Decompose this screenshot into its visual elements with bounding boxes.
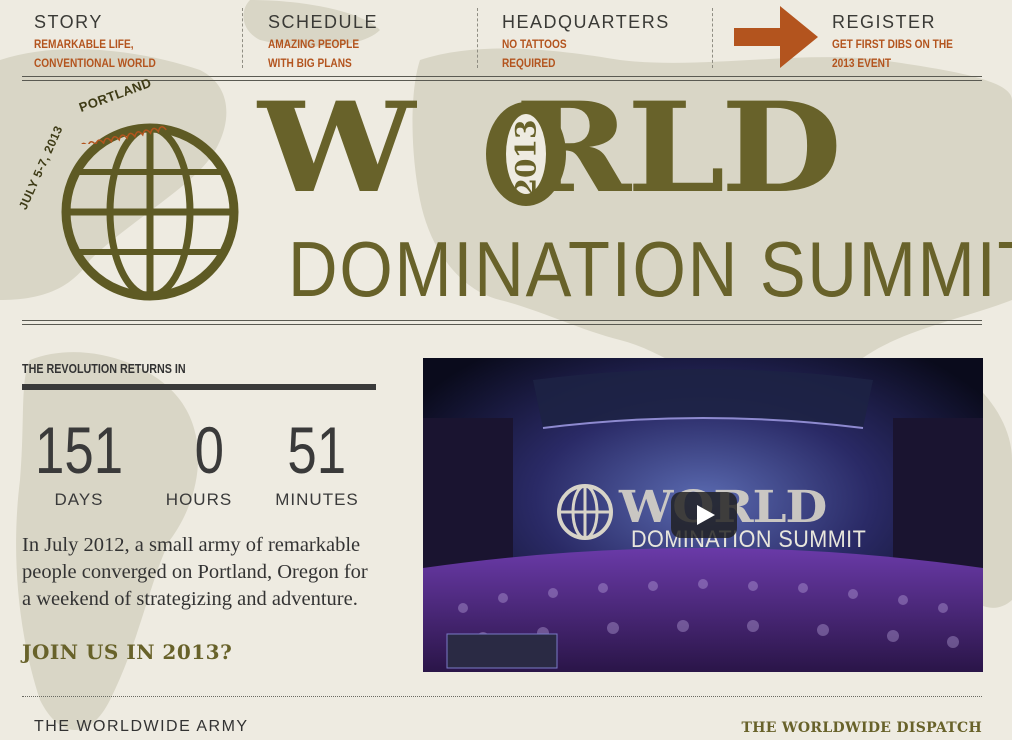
nav-register-title[interactable]: REGISTER <box>832 12 969 33</box>
nav-story-subtitle-2: CONVENTIONAL WORLD <box>34 58 156 70</box>
play-button[interactable] <box>671 492 737 538</box>
summit-video[interactable]: WORLD DOMINATION SUMMIT <box>423 358 983 672</box>
countdown-minutes-label: MINUTES <box>275 490 359 509</box>
nav-story-title[interactable]: STORY <box>34 12 172 33</box>
footer-worldwide-dispatch[interactable]: THE WORLDWIDE DISPATCH <box>742 720 982 736</box>
countdown-days-label: DAYS <box>54 490 104 509</box>
countdown-days-value: 151 <box>35 413 124 487</box>
nav-register-subtitle-2: 2013 EVENT <box>832 58 892 70</box>
nav-schedule-subtitle-1: AMAZING PEOPLE <box>268 39 360 51</box>
footer-rule <box>22 696 982 697</box>
nav-register-subtitle-1: GET FIRST DIBS ON THE <box>832 39 953 51</box>
nav-item-headquarters[interactable]: HEADQUARTERS NO TATTOOS REQUIRED <box>502 12 670 74</box>
nav-divider <box>712 8 713 68</box>
video-subtitle: DOMINATION SUMMIT <box>631 526 867 553</box>
countdown-label: THE REVOLUTION RETURNS IN <box>22 362 186 376</box>
countdown-hours-value: 0 <box>194 413 224 487</box>
arrow-right-icon[interactable] <box>734 4 820 70</box>
countdown-bar <box>22 384 376 390</box>
nav-item-story[interactable]: STORY REMARKABLE LIFE, CONVENTIONAL WORL… <box>34 12 172 74</box>
globe-icon <box>61 123 239 301</box>
nav-headquarters-subtitle-1: NO TATTOOS <box>502 39 567 51</box>
logo-rule <box>22 320 982 325</box>
footer-worldwide-army[interactable]: THE WORLDWIDE ARMY <box>34 718 249 736</box>
top-navigation: STORY REMARKABLE LIFE, CONVENTIONAL WORL… <box>22 0 982 78</box>
location-squiggle <box>63 126 167 144</box>
countdown-hours-label: HOURS <box>165 490 233 509</box>
countdown-minutes: 51 MINUTES <box>262 412 372 510</box>
nav-story-subtitle-1: REMARKABLE LIFE, <box>34 39 134 51</box>
nav-divider <box>242 8 243 68</box>
logo-world-w: W <box>258 76 415 221</box>
countdown-minutes-value: 51 <box>287 413 347 487</box>
logo-domination-summit: DOMINATION SUMMIT <box>288 225 1012 313</box>
summit-logo[interactable]: PORTLAND JULY 5-7, 2013 W RLD 2013 DOMIN… <box>16 75 1012 320</box>
logo-year: 2013 <box>509 119 543 198</box>
nav-item-register[interactable]: REGISTER GET FIRST DIBS ON THE 2013 EVEN… <box>832 12 969 74</box>
nav-schedule-title[interactable]: SCHEDULE <box>268 12 378 33</box>
nav-divider <box>477 8 478 68</box>
nav-item-schedule[interactable]: SCHEDULE AMAZING PEOPLE WITH BIG PLANS <box>268 12 378 74</box>
countdown-hours: 0 HOURS <box>144 412 254 510</box>
nav-headquarters-subtitle-2: REQUIRED <box>502 58 556 70</box>
countdown-days: 151 DAYS <box>24 412 134 510</box>
intro-paragraph: In July 2012, a small army of remarkable… <box>22 534 368 610</box>
join-us-link[interactable]: JOIN US IN 2013? <box>22 640 232 664</box>
nav-headquarters-title[interactable]: HEADQUARTERS <box>502 12 670 33</box>
nav-schedule-subtitle-2: WITH BIG PLANS <box>268 58 352 70</box>
